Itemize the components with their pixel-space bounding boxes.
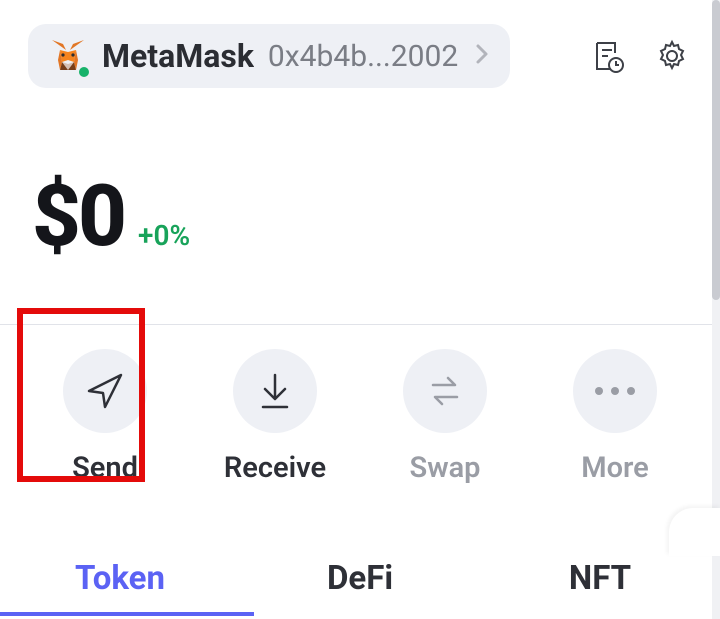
receive-icon [233, 349, 317, 433]
more-button[interactable]: More [550, 349, 680, 485]
tab-nft[interactable]: NFT [480, 551, 720, 616]
tab-defi[interactable]: DeFi [240, 551, 480, 616]
send-button[interactable]: Send [40, 349, 170, 485]
swap-icon [403, 349, 487, 433]
account-selector[interactable]: MetaMask 0x4b4b...2002 [28, 24, 510, 88]
scrollbar-thumb[interactable] [712, 0, 720, 300]
chevron-right-icon [474, 40, 490, 73]
transactions-icon[interactable] [588, 36, 628, 76]
more-icon [573, 349, 657, 433]
send-icon [63, 349, 147, 433]
receive-label: Receive [224, 451, 326, 485]
balance-value: $0 [32, 166, 124, 266]
account-address: 0x4b4b...2002 [268, 39, 458, 74]
receive-button[interactable]: Receive [210, 349, 340, 485]
swap-button[interactable]: Swap [380, 349, 510, 485]
send-label: Send [72, 451, 138, 485]
more-label: More [581, 451, 649, 485]
actions-row: Send Receive Swap More [0, 325, 720, 515]
balance-section: $0 +0% [0, 106, 720, 324]
page-curl-icon [669, 508, 720, 556]
account-name: MetaMask [102, 37, 254, 75]
settings-gear-icon[interactable] [652, 36, 692, 76]
swap-label: Swap [410, 451, 481, 485]
wallet-icon-wrap [48, 36, 88, 76]
tab-token[interactable]: Token [0, 551, 240, 616]
top-bar: MetaMask 0x4b4b...2002 [0, 0, 720, 106]
asset-tabs: Token DeFi NFT [0, 551, 720, 616]
connection-status-dot-icon [77, 65, 91, 79]
balance-change: +0% [138, 219, 190, 252]
